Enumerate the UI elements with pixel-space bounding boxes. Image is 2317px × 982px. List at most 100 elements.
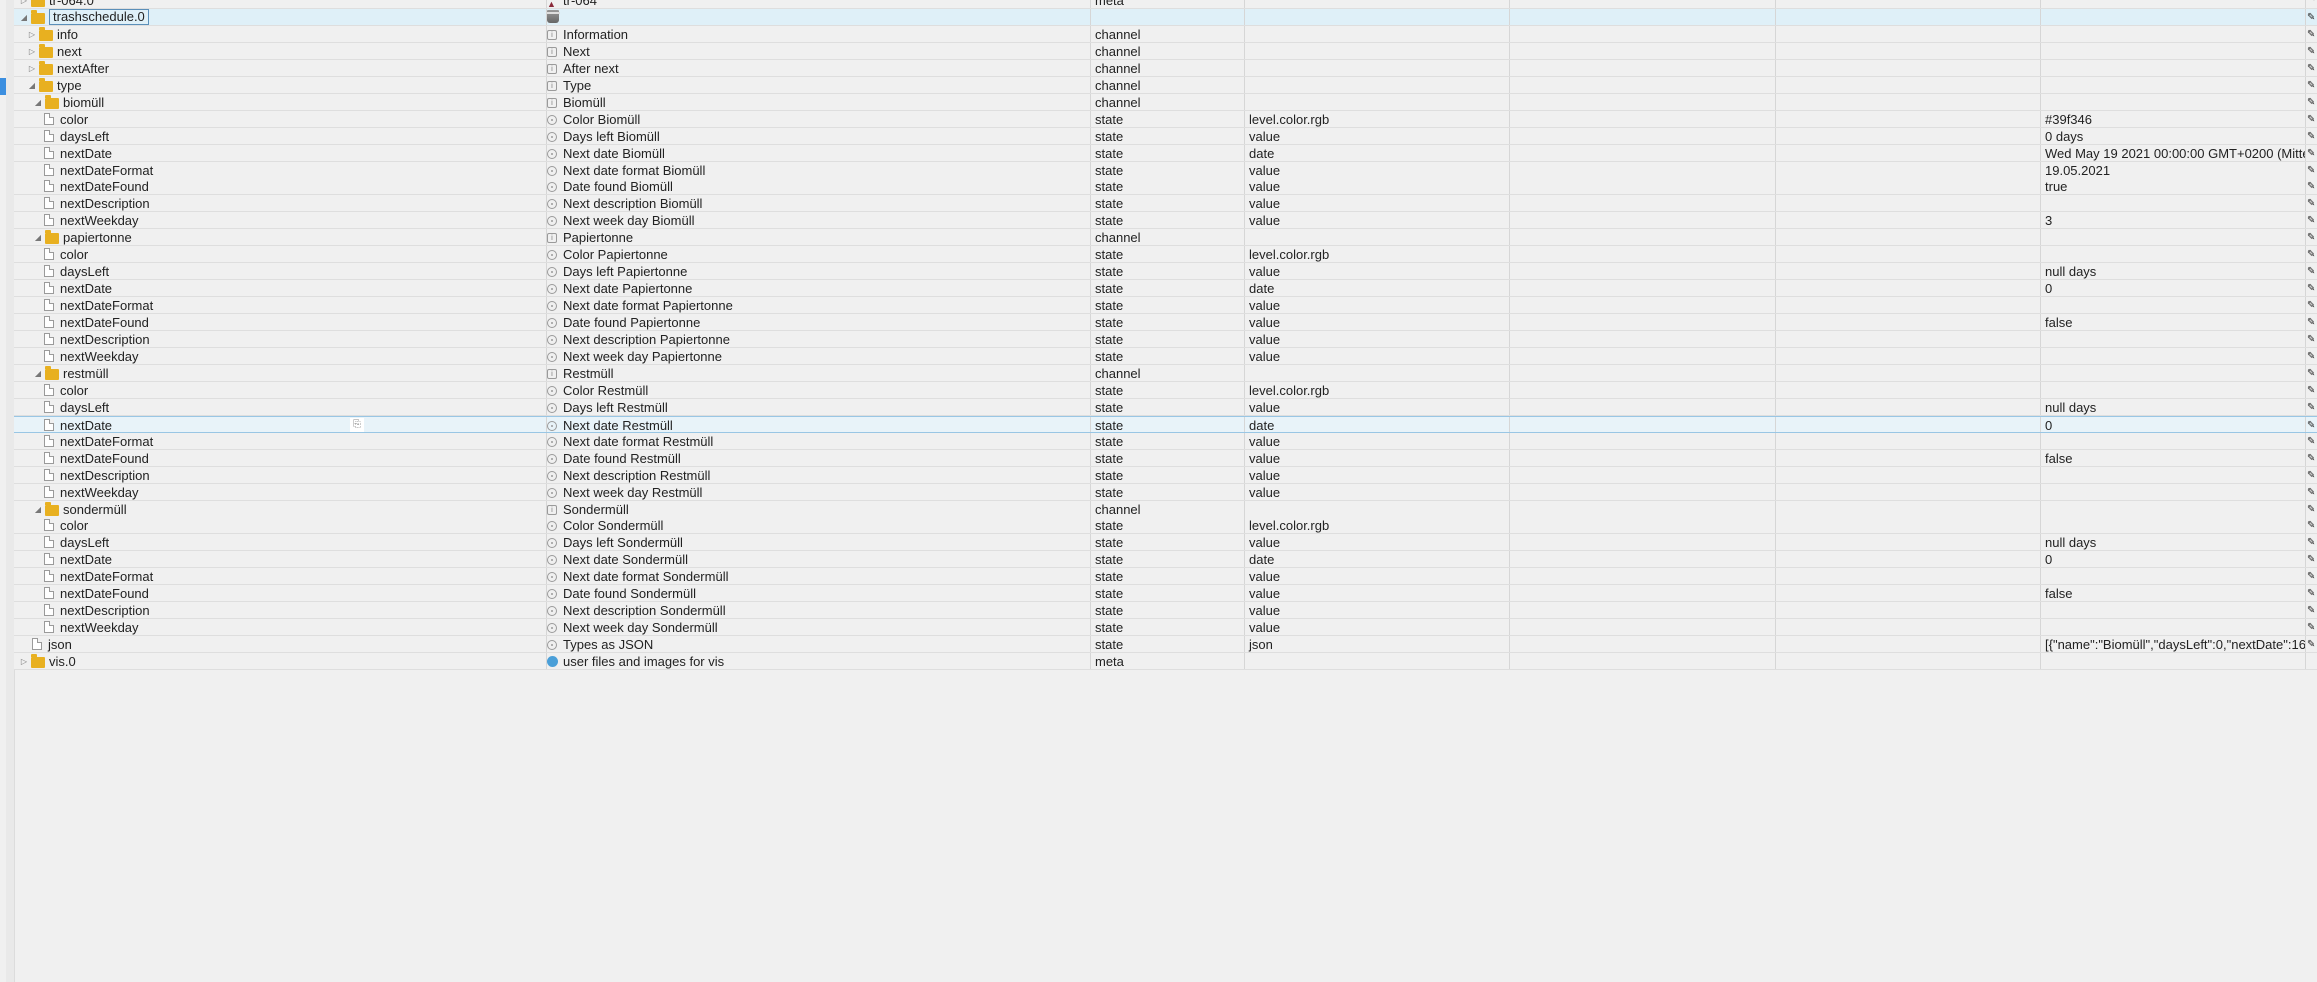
pencil-icon[interactable]: ✎ bbox=[2307, 128, 2315, 144]
pencil-icon[interactable]: ✎ bbox=[2307, 399, 2315, 415]
pencil-icon[interactable]: ✎ bbox=[2307, 501, 2315, 517]
tree-row[interactable]: ▷ vis.0 user files and images for vis meta bbox=[14, 653, 2317, 670]
pencil-icon[interactable]: ✎ bbox=[2307, 43, 2315, 59]
object-id[interactable]: nextDate bbox=[60, 280, 112, 296]
expand-arrow-icon[interactable]: ▷ bbox=[26, 26, 38, 42]
object-id[interactable]: nextDescription bbox=[60, 331, 150, 347]
pencil-icon[interactable]: ✎ bbox=[2307, 77, 2315, 93]
tree-row[interactable]: daysLeft Days left Sondermüll state value nu… bbox=[14, 534, 2317, 551]
pencil-icon[interactable]: ✎ bbox=[2307, 229, 2315, 245]
value-cell[interactable]: false bbox=[2040, 585, 2305, 601]
object-id[interactable]: nextDateFormat bbox=[60, 297, 153, 313]
tree-row[interactable]: nextDescription Next description Biomüll s… bbox=[14, 195, 2317, 212]
value-cell[interactable]: null days bbox=[2040, 534, 2305, 550]
pencil-icon[interactable]: ✎ bbox=[2307, 450, 2315, 466]
value-cell[interactable]: #39f346 bbox=[2040, 111, 2305, 127]
value-cell[interactable] bbox=[2040, 501, 2305, 517]
tree-row[interactable]: ▷ info i Information channel ✎ bbox=[14, 26, 2317, 43]
pencil-icon[interactable]: ✎ bbox=[2307, 178, 2315, 194]
object-id[interactable]: nextDateFound bbox=[60, 314, 149, 330]
object-id[interactable]: nextWeekday bbox=[60, 619, 139, 635]
value-cell[interactable] bbox=[2040, 77, 2305, 93]
collapse-arrow-icon[interactable]: ◢ bbox=[18, 9, 30, 25]
object-id[interactable]: nextWeekday bbox=[60, 348, 139, 364]
value-cell[interactable] bbox=[2040, 94, 2305, 110]
value-cell[interactable]: null days bbox=[2040, 399, 2305, 415]
value-cell[interactable] bbox=[2040, 9, 2305, 25]
pencil-icon[interactable]: ✎ bbox=[2307, 348, 2315, 364]
tree-row[interactable]: ▷ nextAfter i After next channel ✎ bbox=[14, 60, 2317, 77]
tree-row[interactable]: nextWeekday Next week day Restmüll state va… bbox=[14, 484, 2317, 501]
tree-row[interactable]: daysLeft Days left Restmüll state value null… bbox=[14, 399, 2317, 416]
pencil-icon[interactable]: ✎ bbox=[2307, 280, 2315, 296]
value-cell[interactable]: 0 bbox=[2040, 551, 2305, 567]
tree-row[interactable]: nextDescription Next description Papierto… bbox=[14, 331, 2317, 348]
pencil-icon[interactable]: ✎ bbox=[2307, 26, 2315, 42]
object-id[interactable]: nextDateFormat bbox=[60, 568, 153, 584]
value-cell[interactable]: 3 bbox=[2040, 212, 2305, 228]
object-id[interactable]: restmüll bbox=[63, 365, 109, 381]
tree-row[interactable]: nextDateFound Date found Biomüll state valu… bbox=[14, 178, 2317, 195]
object-id[interactable]: nextDate bbox=[60, 417, 112, 432]
value-cell[interactable] bbox=[2040, 365, 2305, 381]
tree-row[interactable]: nextDescription Next description Sondermü… bbox=[14, 602, 2317, 619]
object-id[interactable]: nextDateFormat bbox=[60, 162, 153, 178]
tree-row[interactable]: ◢ biomüll i Biomüll channel ✎ bbox=[14, 94, 2317, 111]
value-cell[interactable]: 0 days bbox=[2040, 128, 2305, 144]
object-id[interactable]: color bbox=[60, 517, 88, 533]
value-cell[interactable] bbox=[2040, 60, 2305, 76]
object-id[interactable]: nextDescription bbox=[60, 467, 150, 483]
object-id[interactable]: nextDateFound bbox=[60, 585, 149, 601]
tree-row[interactable]: ◢ papiertonne i Papiertonne channel ✎ bbox=[14, 229, 2317, 246]
object-id[interactable]: tr-064.0 bbox=[49, 0, 94, 8]
pencil-icon[interactable]: ✎ bbox=[2307, 517, 2315, 533]
value-cell[interactable] bbox=[2040, 195, 2305, 211]
value-cell[interactable] bbox=[2040, 297, 2305, 313]
tree-row[interactable]: nextDateFormat Next date format Papierton… bbox=[14, 297, 2317, 314]
pencil-icon[interactable]: ✎ bbox=[2307, 331, 2315, 347]
tree-row[interactable]: nextDateFound Date found Restmüll state val… bbox=[14, 450, 2317, 467]
object-id[interactable]: nextDate bbox=[60, 145, 112, 161]
value-cell[interactable]: false bbox=[2040, 450, 2305, 466]
value-cell[interactable]: 0 bbox=[2040, 280, 2305, 296]
pencil-icon[interactable]: ✎ bbox=[2307, 551, 2315, 567]
collapse-arrow-icon[interactable]: ◢ bbox=[32, 365, 44, 381]
object-id[interactable]: daysLeft bbox=[60, 399, 109, 415]
object-id[interactable]: nextDateFound bbox=[60, 178, 149, 194]
collapse-arrow-icon[interactable]: ◢ bbox=[32, 229, 44, 245]
object-id[interactable]: sondermüll bbox=[63, 501, 127, 517]
tree-row[interactable]: json Types as JSON state json [{"name":"Biom… bbox=[14, 636, 2317, 653]
pencil-icon[interactable]: ✎ bbox=[2307, 9, 2315, 25]
tree-row[interactable]: ◢ restmüll i Restmüll channel ✎ bbox=[14, 365, 2317, 382]
value-cell[interactable] bbox=[2040, 467, 2305, 483]
value-cell[interactable]: false bbox=[2040, 314, 2305, 330]
object-id[interactable]: nextDate bbox=[60, 551, 112, 567]
object-id[interactable]: color bbox=[60, 111, 88, 127]
value-cell[interactable]: 0 bbox=[2040, 417, 2305, 432]
tree-row[interactable]: ▷ next i Next channel ✎ bbox=[14, 43, 2317, 60]
pencil-icon[interactable]: ✎ bbox=[2307, 94, 2315, 110]
value-cell[interactable] bbox=[2040, 517, 2305, 533]
tree-row[interactable]: nextDateFormat Next date format Restmüll s… bbox=[14, 433, 2317, 450]
expand-arrow-icon[interactable]: ▷ bbox=[26, 60, 38, 76]
tree-row[interactable]: nextDateFound Date found Papiertonne state… bbox=[14, 314, 2317, 331]
value-cell[interactable]: Wed May 19 2021 00:00:00 GMT+0200 (Mitte bbox=[2040, 145, 2305, 161]
value-cell[interactable] bbox=[2040, 348, 2305, 364]
object-id[interactable]: next bbox=[57, 43, 82, 59]
object-id[interactable]: daysLeft bbox=[60, 263, 109, 279]
object-id[interactable]: nextDescription bbox=[60, 195, 150, 211]
pencil-icon[interactable]: ✎ bbox=[2307, 619, 2315, 635]
tree-row[interactable]: daysLeft Days left Biomüll state value 0 day… bbox=[14, 128, 2317, 145]
object-id[interactable]: daysLeft bbox=[60, 128, 109, 144]
pencil-icon[interactable]: ✎ bbox=[2307, 636, 2315, 652]
expand-arrow-icon[interactable]: ▷ bbox=[18, 0, 30, 8]
pencil-icon[interactable]: ✎ bbox=[2307, 297, 2315, 313]
tree-row[interactable]: ◢ sondermüll i Sondermüll channel ✎ bbox=[14, 501, 2317, 518]
value-cell[interactable] bbox=[2040, 484, 2305, 500]
tree-row[interactable]: nextWeekday Next week day Papiertonne stat… bbox=[14, 348, 2317, 365]
copy-icon[interactable]: ⎘ bbox=[350, 418, 364, 432]
pencil-icon[interactable]: ✎ bbox=[2307, 212, 2315, 228]
tree-row[interactable]: nextDateFormat Next date format Biomüll st… bbox=[14, 162, 2317, 179]
value-cell[interactable] bbox=[2040, 331, 2305, 347]
object-id[interactable]: type bbox=[57, 77, 82, 93]
